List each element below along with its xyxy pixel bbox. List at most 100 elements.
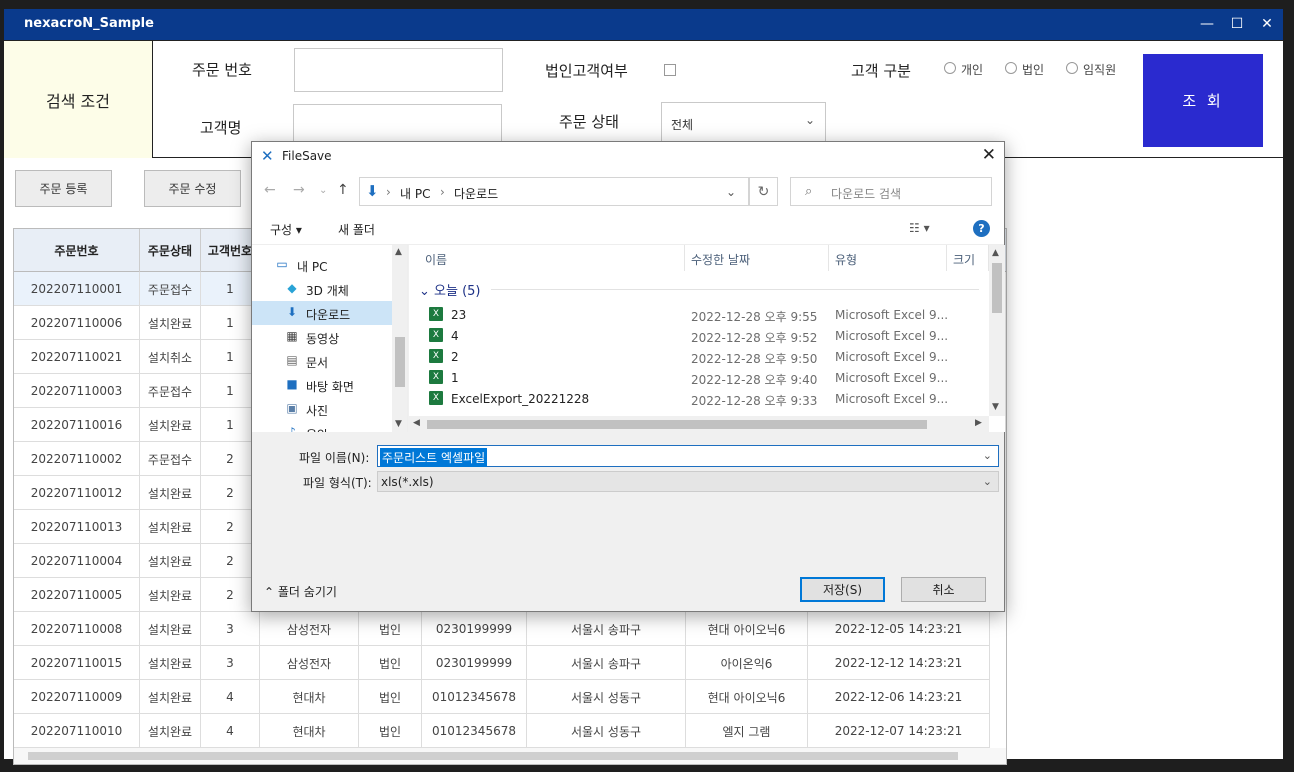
excel-file-icon: X — [429, 349, 443, 363]
file-list-vertical-scroll-thumb[interactable] — [992, 263, 1002, 313]
file-row[interactable]: X 1 2022-12-28 오후 9:40 Microsoft Excel 9... — [409, 367, 989, 388]
column-header-type[interactable]: 유형 — [829, 245, 947, 271]
nav-item-this-pc[interactable]: ▭ 내 PC — [252, 253, 392, 277]
file-date: 2022-12-28 오후 9:40 — [691, 373, 818, 387]
nav-pane-scrollbar[interactable]: ▲ ▼ — [392, 245, 407, 432]
table-cell: 202207110016 — [14, 408, 140, 442]
file-row[interactable]: X ExcelExport_20221228 2022-12-28 오후 9:33 M… — [409, 388, 989, 409]
customer-name-label: 고객명 — [200, 119, 242, 137]
scroll-right-icon[interactable]: ▶ — [975, 418, 982, 428]
file-row[interactable]: X 23 2022-12-28 오후 9:55 Microsoft Excel 9..… — [409, 304, 989, 325]
grid-header-cell[interactable]: 주문상태 — [140, 229, 201, 272]
chevron-down-icon[interactable]: ⌄ — [983, 449, 992, 462]
table-row[interactable]: 202207110009 설치완료 4 현대차 법인 01012345678 서울시 성동구… — [14, 680, 990, 714]
file-list-horizontal-scroll-thumb[interactable] — [427, 420, 927, 429]
table-cell: 설치완료 — [140, 306, 201, 340]
table-row[interactable]: 202207110015 설치완료 3 삼성전자 법인 0230199999 서울시 송파구… — [14, 646, 990, 680]
nav-item-documents[interactable]: ▤ 문서 — [252, 349, 392, 373]
scroll-down-icon[interactable]: ▼ — [395, 419, 402, 429]
order-no-input[interactable] — [294, 48, 503, 92]
up-arrow-icon[interactable]: ↑ — [337, 182, 349, 198]
file-save-dialog: ✕ FileSave ✕ ← → ⌄ ↑ ⬇ › 내 PC › 다운로드 ⌄ ↻… — [251, 141, 1005, 612]
file-date: 2022-12-28 오후 9:55 — [691, 310, 818, 324]
file-list-horizontal-scrollbar[interactable]: ◀ ▶ — [409, 416, 989, 432]
cust-type-label: 고객 구분 — [851, 62, 911, 80]
query-button[interactable]: 조 회 — [1143, 54, 1263, 147]
radio-employee[interactable] — [1066, 62, 1078, 74]
address-bar[interactable]: ⬇ › 내 PC › 다운로드 ⌄ — [359, 177, 749, 206]
search-panel-title: 검색 조건 — [4, 41, 153, 158]
filename-input[interactable]: 주문리스트 엑셀파일 ⌄ — [377, 445, 999, 467]
table-cell: 2022-12-07 14:23:21 — [808, 714, 990, 748]
minimize-icon[interactable]: — — [1195, 13, 1219, 35]
dialog-close-icon[interactable]: ✕ — [982, 145, 996, 165]
help-icon[interactable]: ? — [973, 220, 990, 237]
scroll-left-icon[interactable]: ◀ — [413, 418, 420, 428]
group-header-today[interactable]: ⌄ 오늘 (5) — [419, 280, 481, 299]
view-options-icon[interactable]: ☷ ▾ — [909, 221, 930, 235]
download-icon: ⬇ — [286, 305, 298, 319]
grid-header-cell[interactable]: 주문번호 — [14, 229, 140, 272]
search-box[interactable]: ⌕ 다운로드 검색 — [790, 177, 992, 206]
table-cell: 설치취소 — [140, 340, 201, 374]
refresh-icon[interactable]: ↻ — [749, 177, 778, 206]
column-header-modified[interactable]: 수정한 날짜 — [685, 245, 829, 271]
radio-corporate[interactable] — [1005, 62, 1017, 74]
hide-folders-toggle[interactable]: ⌃ 폴더 숨기기 — [264, 583, 337, 600]
radio-individual[interactable] — [944, 62, 956, 74]
back-arrow-icon[interactable]: ← — [264, 182, 276, 198]
table-cell: 202207110005 — [14, 578, 140, 612]
table-row[interactable]: 202207110010 설치완료 4 현대차 법인 01012345678 서울시 성동구… — [14, 714, 990, 748]
grid-horizontal-scrollbar[interactable] — [14, 748, 1006, 764]
column-header-name[interactable]: 이름 — [419, 245, 685, 271]
forward-arrow-icon[interactable]: → — [293, 182, 305, 198]
excel-file-icon: X — [429, 328, 443, 342]
scroll-up-icon[interactable]: ▲ — [395, 247, 402, 257]
nav-item-music[interactable]: ♪ 음악 — [252, 421, 392, 432]
maximize-icon[interactable]: ☐ — [1225, 13, 1249, 35]
table-cell: 0230199999 — [422, 612, 527, 646]
filetype-select[interactable]: xls(*.xls) ⌄ — [377, 471, 999, 492]
scroll-up-icon[interactable]: ▲ — [992, 248, 999, 258]
breadcrumb-item[interactable]: 내 PC — [400, 185, 430, 202]
nav-item-3d-objects[interactable]: ◆ 3D 개체 — [252, 277, 392, 301]
desktop-icon: ■ — [286, 377, 298, 391]
filename-value: 주문리스트 엑셀파일 — [380, 448, 488, 467]
cancel-button[interactable]: 취소 — [901, 577, 986, 602]
nav-item-desktop[interactable]: ■ 바탕 화면 — [252, 373, 392, 397]
table-cell: 법인 — [359, 612, 422, 646]
file-name: 23 — [451, 308, 467, 322]
document-icon: ▤ — [286, 353, 298, 367]
search-icon: ⌕ — [805, 184, 813, 199]
computer-icon: ▭ — [276, 257, 288, 271]
table-row[interactable]: 202207110008 설치완료 3 삼성전자 법인 0230199999 서울시 송파구… — [14, 612, 990, 646]
radio-employee-label: 임직원 — [1083, 63, 1117, 77]
file-row[interactable]: X 4 2022-12-28 오후 9:52 Microsoft Excel 9... — [409, 325, 989, 346]
chevron-down-icon[interactable]: ⌄ — [726, 185, 736, 199]
corp-customer-checkbox[interactable] — [664, 64, 676, 76]
nav-pane-scroll-thumb[interactable] — [395, 337, 405, 387]
order-register-button[interactable]: 주문 등록 — [15, 170, 112, 207]
close-icon[interactable]: ✕ — [1255, 13, 1279, 35]
file-list-vertical-scrollbar[interactable]: ▲ ▼ — [989, 245, 1005, 416]
save-button[interactable]: 저장(S) — [800, 577, 885, 602]
scroll-down-icon[interactable]: ▼ — [992, 402, 999, 412]
video-icon: ▦ — [286, 329, 298, 343]
nav-item-pictures[interactable]: ▣ 사진 — [252, 397, 392, 421]
nexacro-x-icon: ✕ — [261, 147, 274, 165]
breadcrumb-item[interactable]: 다운로드 — [454, 185, 498, 202]
nav-item-videos[interactable]: ▦ 동영상 — [252, 325, 392, 349]
recent-dropdown-icon[interactable]: ⌄ — [319, 185, 327, 196]
nav-item-downloads[interactable]: ⬇ 다운로드 — [252, 301, 392, 325]
order-edit-button[interactable]: 주문 수정 — [144, 170, 241, 207]
table-cell: 설치완료 — [140, 578, 201, 612]
filetype-label: 파일 형식(T): — [303, 476, 372, 490]
grid-horizontal-scroll-thumb[interactable] — [28, 752, 958, 760]
file-row[interactable]: X 2 2022-12-28 오후 9:50 Microsoft Excel 9... — [409, 346, 989, 367]
new-folder-button[interactable]: 새 폴더 — [338, 221, 375, 238]
column-header-size[interactable]: 크기 — [947, 245, 989, 271]
table-cell: 202207110004 — [14, 544, 140, 578]
organize-button[interactable]: 구성 ▾ — [270, 221, 302, 238]
filename-label: 파일 이름(N): — [299, 451, 370, 465]
file-list-pane: 이름 수정한 날짜 유형 크기 ⌄ 오늘 (5) X 23 2022-12-28 오… — [409, 245, 1005, 432]
